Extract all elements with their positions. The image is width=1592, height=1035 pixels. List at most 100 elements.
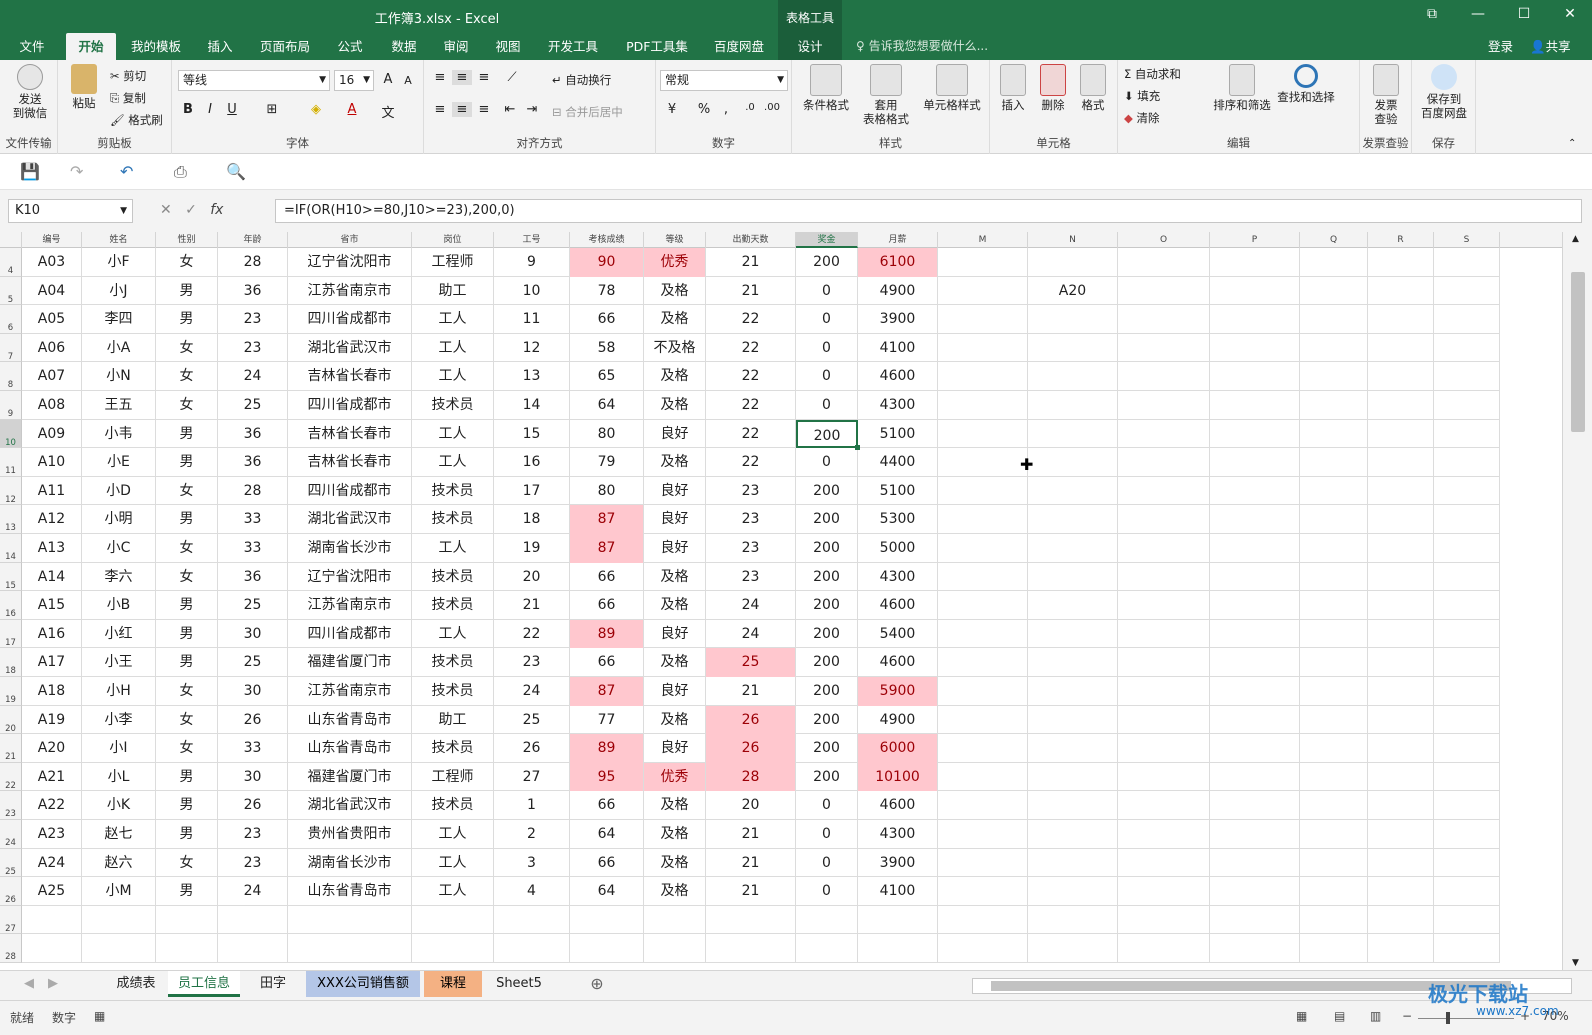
grid-cell[interactable] (1368, 333, 1434, 363)
grid-cell[interactable]: 10100 (858, 762, 938, 792)
grid-cell[interactable]: 男 (156, 762, 218, 792)
row-header[interactable]: 11 (0, 448, 22, 477)
row-header[interactable]: 27 (0, 905, 22, 935)
column-header[interactable]: 奖金 (796, 232, 858, 248)
grid-cell[interactable]: 30 (218, 677, 288, 706)
grid-cell[interactable] (858, 905, 938, 935)
save-to-baidu-button[interactable]: 保存到 百度网盘 (1416, 64, 1472, 120)
tab-developer[interactable]: 开发工具 (540, 33, 606, 60)
zoom-preview-icon[interactable]: 🔍 (226, 162, 246, 181)
login-link[interactable]: 登录 (1488, 33, 1513, 60)
grid-cell[interactable] (1210, 276, 1300, 306)
grid-cell[interactable]: 21 (494, 591, 570, 620)
grid-cell[interactable]: 山东省青岛市 (288, 877, 412, 906)
column-header[interactable]: 姓名 (82, 232, 156, 248)
grid-cell[interactable]: 78 (570, 276, 644, 306)
grid-cell[interactable] (1368, 505, 1434, 534)
grid-cell[interactable] (1210, 448, 1300, 477)
name-box[interactable]: K10 ▼ (8, 199, 133, 223)
grid-cell[interactable]: 及格 (644, 391, 706, 420)
grid-cell[interactable]: 小李 (82, 705, 156, 735)
grid-cell[interactable]: 28 (706, 762, 796, 792)
grid-cell[interactable]: 优秀 (644, 248, 706, 277)
grid-cell[interactable]: 66 (570, 848, 644, 878)
scroll-down-icon[interactable]: ▼ (1572, 958, 1579, 968)
grid-cell[interactable] (1118, 562, 1210, 592)
tab-formulas[interactable]: 公式 (326, 33, 374, 60)
grid-cell[interactable]: 及格 (644, 820, 706, 849)
grid-cell[interactable]: 30 (218, 762, 288, 792)
grid-cell[interactable] (1028, 476, 1118, 506)
zoom-out-icon[interactable]: − (1402, 1009, 1412, 1023)
grid-cell[interactable]: 11 (494, 305, 570, 334)
grid-cell[interactable] (22, 934, 82, 963)
grid-cell[interactable]: 男 (156, 619, 218, 649)
grid-cell[interactable]: 福建省厦门市 (288, 648, 412, 677)
grid-cell[interactable] (1118, 791, 1210, 820)
row-header[interactable]: 14 (0, 534, 22, 563)
grid-cell[interactable] (1210, 562, 1300, 592)
grid-cell[interactable] (1300, 619, 1368, 649)
ribbon-display-options-icon[interactable]: ⧉ (1412, 6, 1452, 22)
grid-cell[interactable]: 18 (494, 505, 570, 534)
format-cells-button[interactable]: 格式 (1074, 64, 1112, 112)
grid-cell[interactable] (1028, 448, 1118, 477)
grid-cell[interactable] (938, 677, 1028, 706)
grid-cell[interactable] (1300, 534, 1368, 563)
grid-cell[interactable] (1434, 448, 1500, 477)
grid-cell[interactable]: 良好 (644, 505, 706, 534)
grid-cell[interactable] (1434, 505, 1500, 534)
grid-cell[interactable]: A23 (22, 820, 82, 849)
grid-cell[interactable]: 男 (156, 648, 218, 677)
grid-cell[interactable]: 200 (796, 591, 858, 620)
insert-function-icon[interactable]: fx (210, 202, 223, 218)
grid-cell[interactable] (1028, 333, 1118, 363)
insert-cells-button[interactable]: 插入 (994, 64, 1032, 112)
grid-cell[interactable]: 4300 (858, 562, 938, 592)
grid-cell[interactable]: 0 (796, 276, 858, 306)
grid-cell[interactable] (938, 476, 1028, 506)
grid-cell[interactable]: 0 (796, 333, 858, 363)
grid-cell[interactable]: 10 (494, 276, 570, 306)
grid-cell[interactable]: 吉林省长春市 (288, 448, 412, 477)
increase-indent-icon[interactable]: ⇥ (522, 102, 542, 117)
grid-cell[interactable]: 工人 (412, 848, 494, 878)
grid-cell[interactable]: 江苏省南京市 (288, 276, 412, 306)
grid-cell[interactable]: 湖北省武汉市 (288, 333, 412, 363)
tab-data[interactable]: 数据 (380, 33, 428, 60)
grid-cell[interactable]: 9 (494, 248, 570, 277)
grid-cell[interactable]: 工人 (412, 877, 494, 906)
grid-cell[interactable]: 23 (706, 476, 796, 506)
grid-cell[interactable] (218, 934, 288, 963)
grid-cell[interactable] (1118, 591, 1210, 620)
grid-cell[interactable]: 23 (218, 305, 288, 334)
grid-cell[interactable] (1300, 476, 1368, 506)
row-header[interactable]: 21 (0, 734, 22, 763)
grid-cell[interactable]: 5900 (858, 677, 938, 706)
row-header[interactable]: 15 (0, 562, 22, 592)
grid-cell[interactable] (1300, 448, 1368, 477)
grid-cell[interactable]: 24 (218, 877, 288, 906)
grid-cell[interactable]: A19 (22, 705, 82, 735)
grid-cell[interactable]: 14 (494, 391, 570, 420)
grid-cell[interactable]: 男 (156, 276, 218, 306)
grid-cell[interactable] (1300, 877, 1368, 906)
scroll-up-icon[interactable]: ▲ (1572, 234, 1579, 244)
grid-cell[interactable] (1434, 305, 1500, 334)
sheet-tab-grid[interactable]: 田字格 (244, 971, 302, 1017)
grid-cell[interactable] (1368, 276, 1434, 306)
invoice-check-button[interactable]: 发票 查验 (1366, 64, 1406, 126)
column-header[interactable]: 出勤天数 (706, 232, 796, 248)
grid-cell[interactable] (1028, 677, 1118, 706)
grid-cell[interactable] (1210, 705, 1300, 735)
grid-cell[interactable] (1118, 333, 1210, 363)
grid-cell[interactable]: 5100 (858, 419, 938, 449)
grid-cell[interactable]: 22 (706, 448, 796, 477)
grid-cell[interactable]: 技术员 (412, 505, 494, 534)
percent-button[interactable]: % (694, 102, 714, 117)
grid-cell[interactable] (570, 905, 644, 935)
fill-handle[interactable] (855, 445, 860, 451)
grid-cell[interactable] (1368, 419, 1434, 449)
grid-cell[interactable]: 小F (82, 248, 156, 277)
macro-record-icon[interactable]: ▦ (94, 1009, 105, 1023)
